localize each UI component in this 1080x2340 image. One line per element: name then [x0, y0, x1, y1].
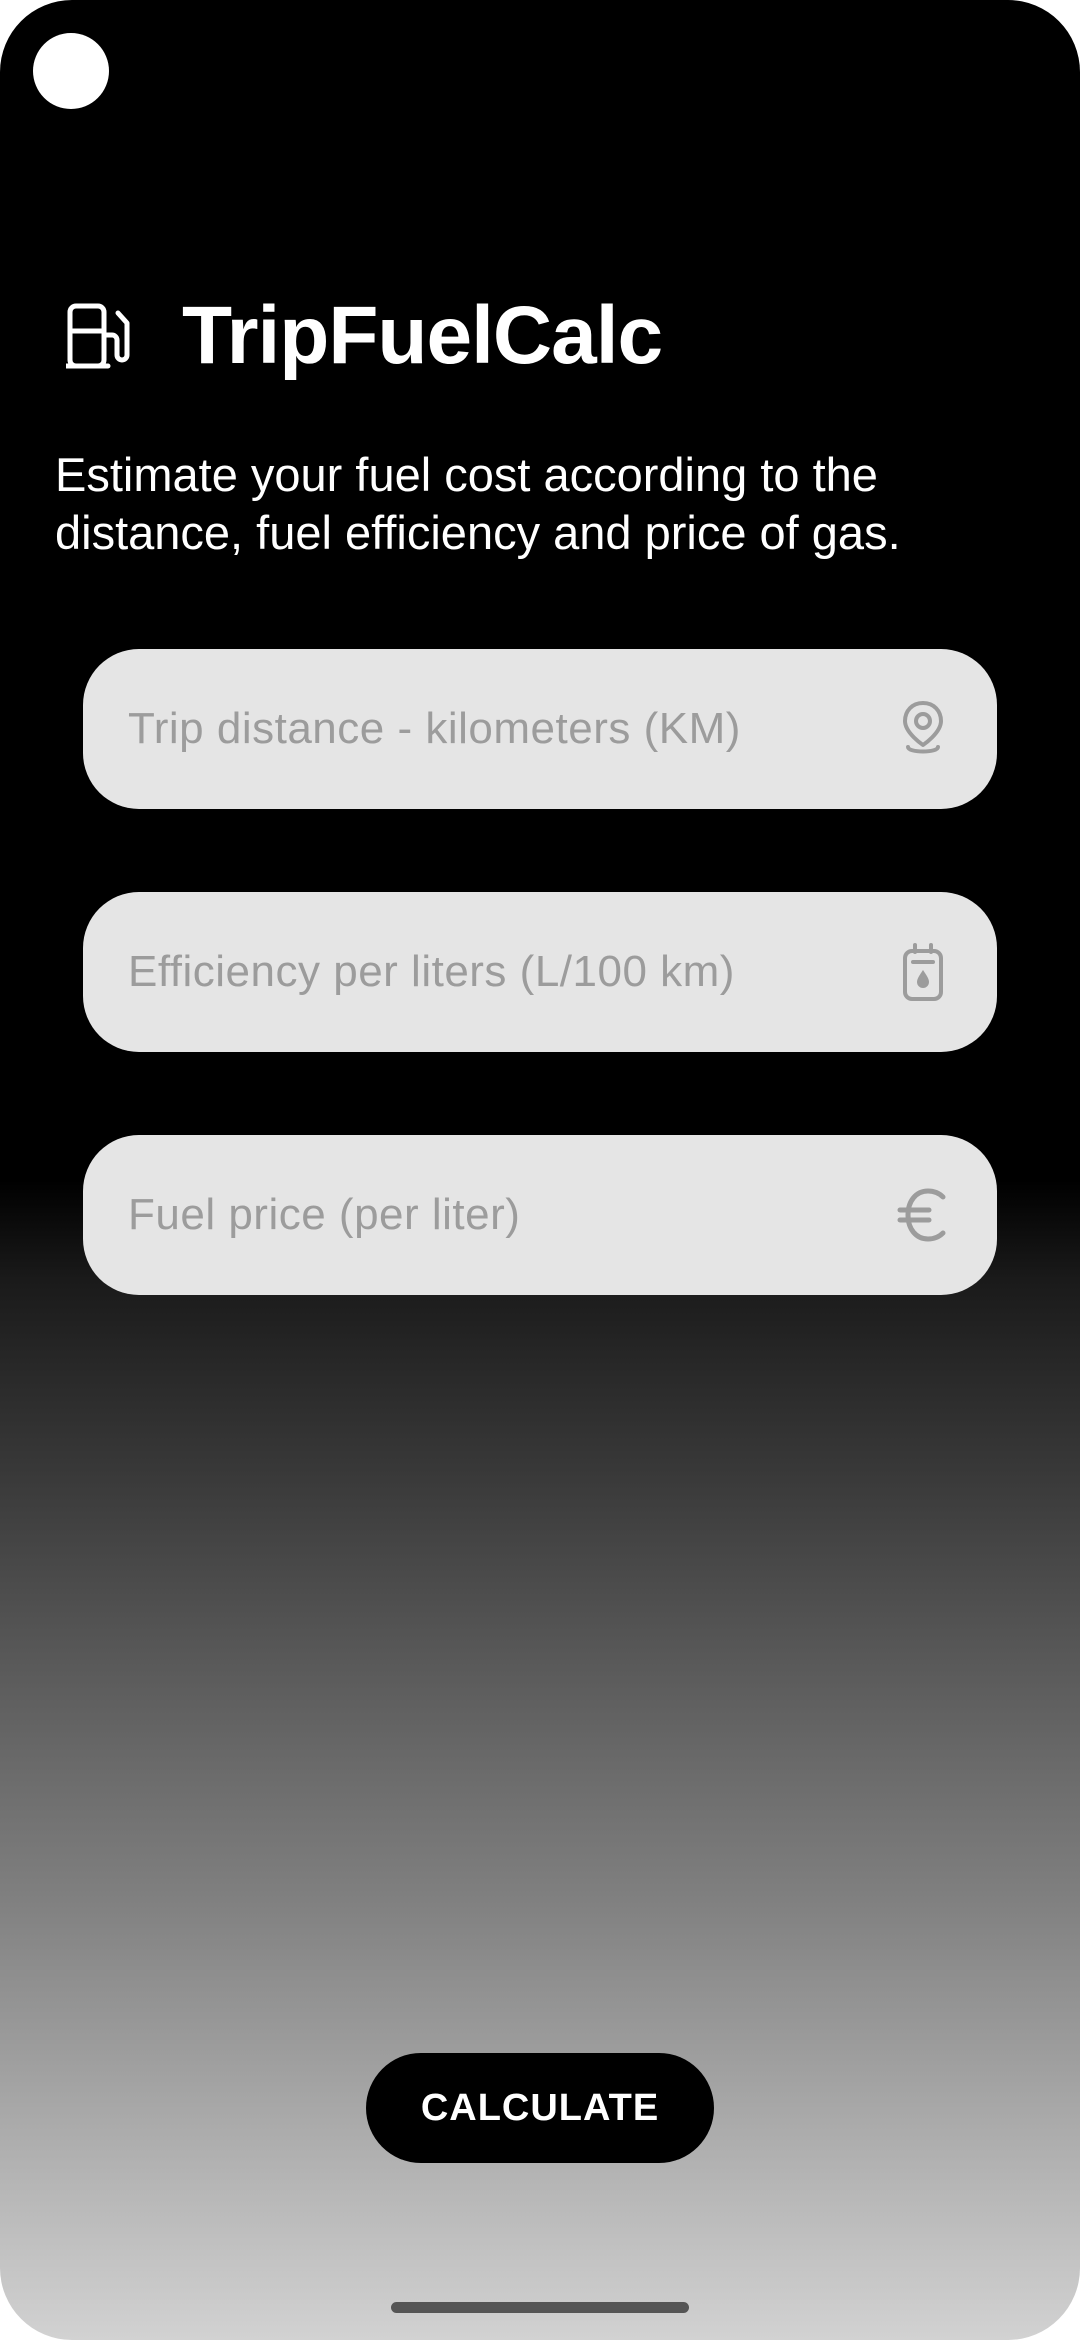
- trip-distance-placeholder: Trip distance - kilometers (KM): [128, 704, 741, 753]
- fuel-price-placeholder: Fuel price (per liter): [128, 1190, 521, 1239]
- fuel-canister-icon: [894, 940, 952, 1004]
- app-screen: TripFuelCalc Estimate your fuel cost acc…: [0, 0, 1080, 2340]
- trip-distance-input[interactable]: Trip distance - kilometers (KM): [83, 649, 997, 809]
- calculate-button[interactable]: CALCULATE: [366, 2053, 714, 2163]
- home-indicator[interactable]: [391, 2302, 689, 2313]
- fuel-price-input[interactable]: Fuel price (per liter): [83, 1135, 997, 1295]
- fuel-pump-icon: [66, 303, 130, 369]
- app-title: TripFuelCalc: [182, 290, 663, 381]
- camera-cutout: [33, 33, 109, 109]
- fuel-efficiency-placeholder: Efficiency per liters (L/100 km): [128, 947, 735, 996]
- location-pin-icon: [894, 697, 952, 761]
- app-header: TripFuelCalc: [66, 288, 663, 384]
- app-description: Estimate your fuel cost according to the…: [55, 448, 901, 559]
- euro-icon: [894, 1183, 952, 1247]
- fuel-efficiency-input[interactable]: Efficiency per liters (L/100 km): [83, 892, 997, 1052]
